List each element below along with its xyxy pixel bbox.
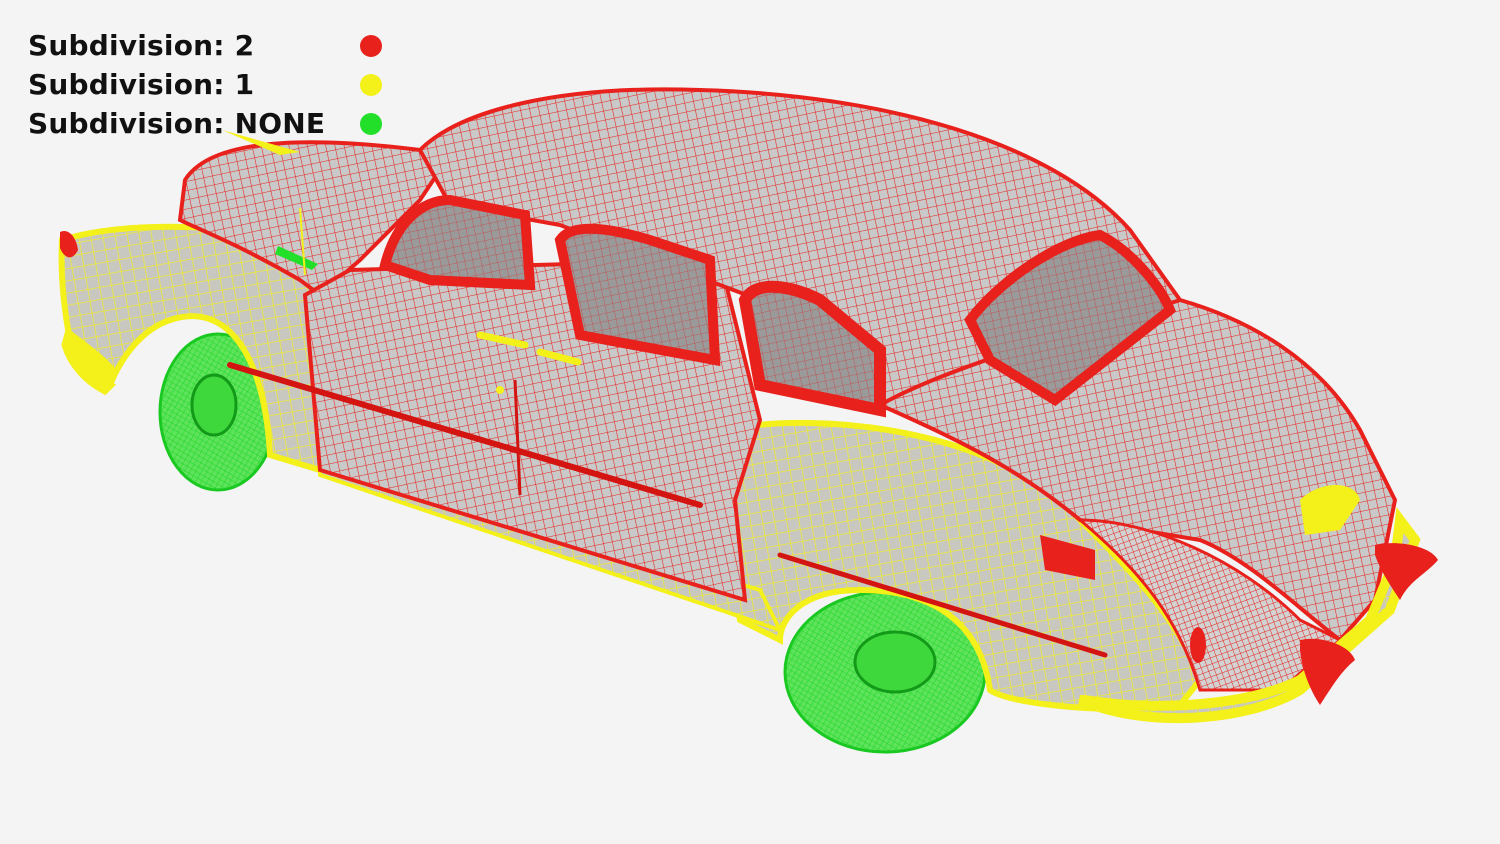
legend-item-subdivision-2: Subdivision: 2 (28, 26, 382, 65)
legend-item-subdivision-1: Subdivision: 1 (28, 65, 382, 104)
subdivision-legend: Subdivision: 2 Subdivision: 1 Subdivisio… (28, 26, 382, 143)
legend-color-dot (360, 73, 382, 96)
legend-color-dot (360, 112, 382, 135)
legend-label: Subdivision: 1 (28, 68, 255, 101)
legend-item-subdivision-none: Subdivision: NONE (28, 104, 382, 143)
legend-label: Subdivision: NONE (28, 107, 326, 140)
legend-color-dot (360, 34, 382, 57)
legend-label: Subdivision: 2 (28, 29, 255, 62)
